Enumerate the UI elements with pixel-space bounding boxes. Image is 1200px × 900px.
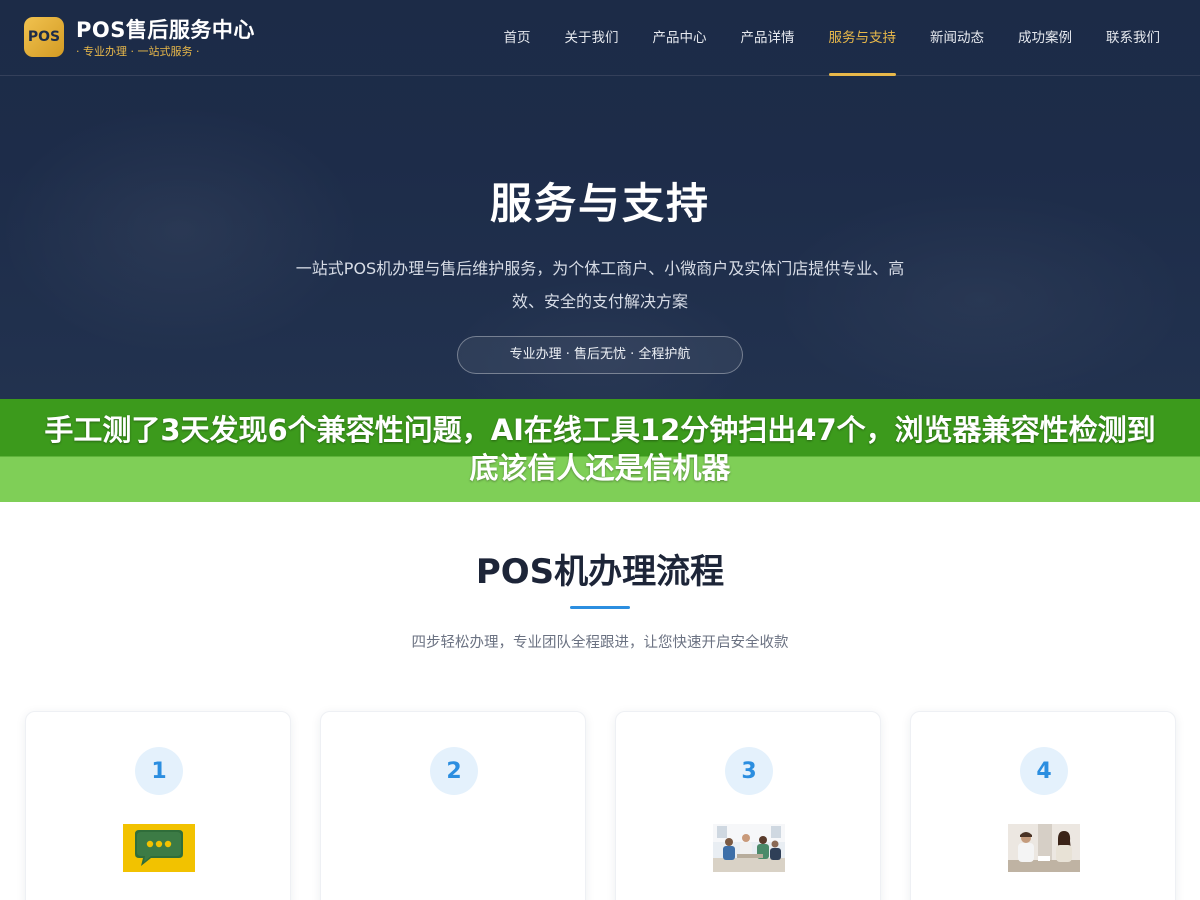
nav-products[interactable]: 产品中心 bbox=[653, 0, 707, 76]
site-title[interactable]: POS售后服务中心 bbox=[76, 14, 255, 44]
step-number: 3 bbox=[725, 747, 773, 795]
nav-home[interactable]: 首页 bbox=[504, 0, 531, 76]
step-card[interactable]: 4 bbox=[910, 711, 1176, 900]
step-number: 1 bbox=[135, 747, 183, 795]
nav-news[interactable]: 新闻动态 bbox=[930, 0, 984, 76]
step-number: 4 bbox=[1020, 747, 1068, 795]
main-nav: 首页 关于我们 产品中心 产品详情 服务与支持 新闻动态 成功案例 联系我们 bbox=[504, 0, 1160, 76]
overlay-banner: 手工测了3天发现6个兼容性问题，AI在线工具12分钟扫出47个，浏览器兼容性检测… bbox=[0, 399, 1200, 502]
hero-description: 一站式POS机办理与售后维护服务，为个体工商户、小微商户及实体门店提供专业、高效… bbox=[295, 259, 905, 311]
step-card[interactable]: 2 bbox=[320, 711, 586, 900]
hero-tagline-pill: 专业办理 · 售后无忧 · 全程护航 bbox=[457, 336, 743, 374]
banner-headline[interactable]: 手工测了3天发现6个兼容性问题，AI在线工具12分钟扫出47个，浏览器兼容性检测… bbox=[40, 411, 1160, 487]
chat-bubble-image bbox=[123, 824, 195, 872]
title-underline bbox=[570, 606, 630, 609]
process-title: POS机办理流程 bbox=[475, 552, 725, 592]
team-meeting-photo bbox=[713, 824, 785, 872]
process-steps: 1 2 3 4 bbox=[25, 711, 1176, 900]
nav-service-support[interactable]: 服务与支持 bbox=[828, 0, 896, 76]
logo-badge[interactable]: POS bbox=[24, 17, 64, 57]
process-subtitle: 四步轻松办理，专业团队全程跟进，让您快速开启安全收款 bbox=[411, 635, 789, 651]
step-card[interactable]: 1 bbox=[25, 711, 291, 900]
nav-about[interactable]: 关于我们 bbox=[565, 0, 619, 76]
nav-cases[interactable]: 成功案例 bbox=[1018, 0, 1072, 76]
site-tagline: · 专业办理 · 一站式服务 · bbox=[76, 45, 200, 58]
hero-section: POS POS售后服务中心 · 专业办理 · 一站式服务 · 首页 关于我们 产… bbox=[0, 0, 1200, 400]
nav-product-detail[interactable]: 产品详情 bbox=[741, 0, 795, 76]
site-header: POS POS售后服务中心 · 专业办理 · 一站式服务 · 首页 关于我们 产… bbox=[0, 0, 1200, 76]
step-card[interactable]: 3 bbox=[615, 711, 881, 900]
hero-title: 服务与支持 bbox=[489, 179, 710, 228]
nav-contact[interactable]: 联系我们 bbox=[1106, 0, 1160, 76]
step-number: 2 bbox=[430, 747, 478, 795]
consultation-photo bbox=[1008, 824, 1080, 872]
